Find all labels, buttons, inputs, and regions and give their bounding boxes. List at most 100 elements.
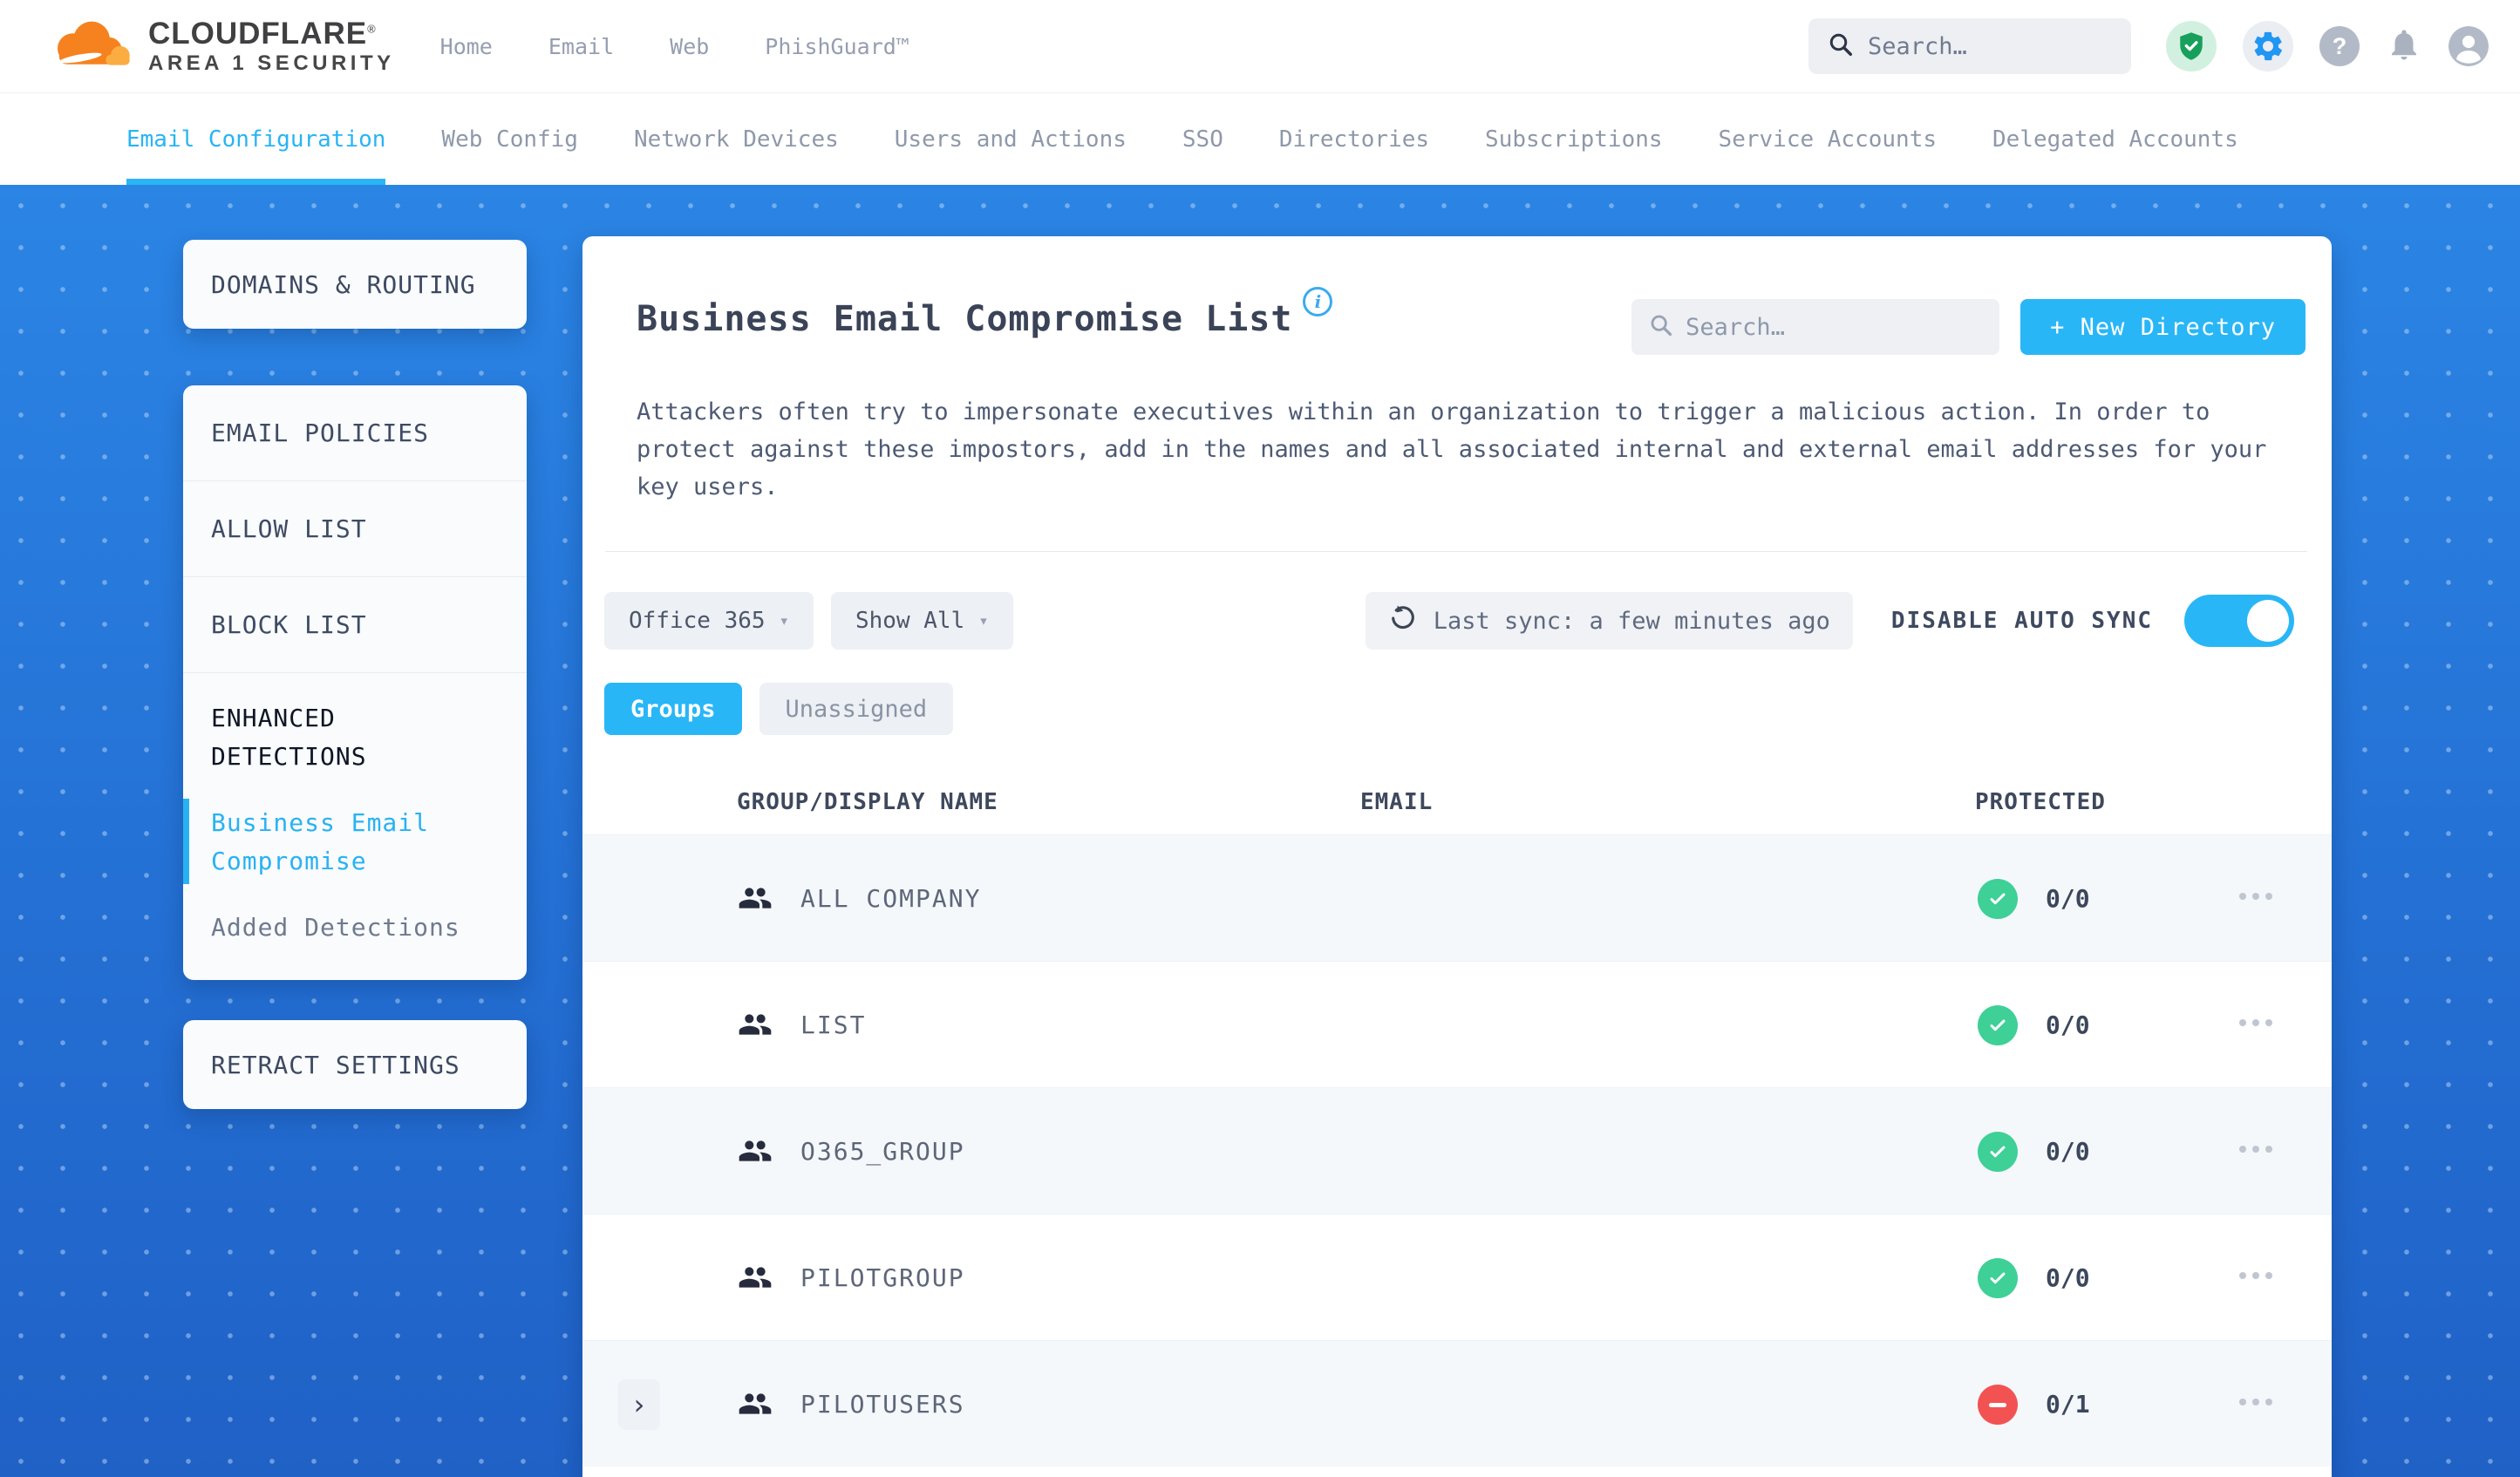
table-header: GROUP/DISPLAY NAME EMAIL PROTECTED: [582, 773, 2332, 834]
app-header: CLOUDFLARE® AREA 1 SECURITY Home Email W…: [0, 0, 2520, 93]
top-nav-email[interactable]: Email: [548, 34, 614, 59]
tab-network-devices[interactable]: Network Devices: [634, 93, 839, 185]
global-search[interactable]: [1808, 18, 2131, 74]
page-description: Attackers often try to impersonate execu…: [637, 398, 2267, 500]
column-email: EMAIL: [1360, 789, 1434, 815]
brand-name: CLOUDFLARE®: [148, 16, 377, 51]
row-actions-menu[interactable]: [2239, 1399, 2272, 1406]
row-actions-menu[interactable]: [2239, 893, 2272, 900]
group-name: PILOTUSERS: [800, 1390, 965, 1419]
shield-check-icon[interactable]: [2166, 21, 2217, 71]
brand-tagline: AREA 1 SECURITY: [148, 51, 395, 76]
list-search[interactable]: [1631, 299, 2000, 355]
protected-ok-icon: [1978, 1005, 2018, 1045]
group-icon: [738, 1260, 773, 1298]
user-avatar-icon[interactable]: [2448, 26, 2489, 66]
table-row: LIST 0/0: [582, 961, 2332, 1087]
divider: [605, 551, 2307, 552]
tab-directories[interactable]: Directories: [1279, 93, 1429, 185]
global-search-input[interactable]: [1868, 32, 2112, 60]
column-group-display-name: GROUP/DISPLAY NAME: [737, 789, 998, 815]
sync-refresh-icon: [1388, 603, 1418, 639]
secondary-nav: Email Configuration Web Config Network D…: [0, 93, 2520, 185]
sidebar-item-retract-settings[interactable]: RETRACT SETTINGS: [183, 1020, 527, 1109]
group-name: PILOTGROUP: [800, 1263, 965, 1292]
protected-ok-icon: [1978, 1258, 2018, 1298]
auto-sync-toggle[interactable]: [2184, 595, 2294, 647]
group-icon: [738, 881, 773, 919]
sidebar-item-domains-routing[interactable]: DOMAINS & ROUTING: [183, 240, 527, 329]
tab-email-configuration[interactable]: Email Configuration: [126, 93, 386, 185]
cloudflare-logo: CLOUDFLARE® AREA 1 SECURITY: [49, 17, 395, 76]
help-icon[interactable]: ?: [2319, 26, 2360, 66]
top-nav-phishguard[interactable]: PhishGuard™: [765, 34, 909, 59]
table-row: PILOTGROUP 0/0: [582, 1214, 2332, 1340]
registered-mark: ®: [367, 21, 377, 35]
row-actions-menu[interactable]: [2239, 1272, 2272, 1279]
table-row: ALL COMPANY 0/0: [582, 834, 2332, 961]
expand-row-button[interactable]: ›: [618, 1379, 660, 1430]
protected-count: 0/0: [2046, 1263, 2090, 1292]
protected-count: 0/1: [2046, 1390, 2090, 1419]
protected-ok-icon: [1978, 1132, 2018, 1172]
tab-delegated-accounts[interactable]: Delegated Accounts: [1992, 93, 2238, 185]
bell-icon[interactable]: [2386, 26, 2422, 66]
table-row: O365_GROUP 0/0: [582, 1087, 2332, 1214]
group-name: ALL COMPANY: [800, 884, 982, 913]
tab-groups[interactable]: Groups: [604, 683, 742, 735]
chevron-down-icon: ▾: [779, 611, 789, 630]
top-nav: Home Email Web PhishGuard™: [440, 34, 909, 59]
row-actions-menu[interactable]: [2239, 1019, 2272, 1026]
view-tabs: Groups Unassigned: [604, 683, 2332, 735]
tab-subscriptions[interactable]: Subscriptions: [1485, 93, 1663, 185]
sidebar-item-added-detections[interactable]: Added Detections: [211, 909, 464, 947]
group-icon: [738, 1007, 773, 1045]
row-actions-menu[interactable]: [2239, 1146, 2272, 1153]
column-protected: PROTECTED: [1975, 789, 2106, 815]
gear-icon[interactable]: [2243, 21, 2293, 71]
sidebar-item-email-policies[interactable]: EMAIL POLICIES: [183, 385, 527, 481]
tab-sso[interactable]: SSO: [1182, 93, 1223, 185]
tab-unassigned[interactable]: Unassigned: [759, 683, 954, 735]
protected-count: 0/0: [2046, 1137, 2090, 1166]
tab-users-and-actions[interactable]: Users and Actions: [895, 93, 1127, 185]
info-icon[interactable]: i: [1303, 287, 1333, 316]
top-nav-home[interactable]: Home: [440, 34, 493, 59]
page-title-block: Business Email Compromise List i: [637, 287, 1333, 339]
sidebar-menu-card: EMAIL POLICIES ALLOW LIST BLOCK LIST ENH…: [183, 385, 527, 980]
sidebar-item-block-list[interactable]: BLOCK LIST: [183, 577, 527, 673]
directory-select[interactable]: Office 365 ▾: [604, 592, 814, 650]
tab-web-config[interactable]: Web Config: [441, 93, 578, 185]
tab-service-accounts[interactable]: Service Accounts: [1719, 93, 1937, 185]
sidebar-section-enhanced-detections: ENHANCED DETECTIONS Business Email Compr…: [183, 673, 527, 980]
group-icon: [738, 1386, 773, 1425]
new-directory-button[interactable]: + New Directory: [2020, 299, 2305, 355]
last-sync-label: Last sync: a few minutes ago: [1433, 607, 1830, 635]
chevron-down-icon: ▾: [978, 611, 989, 630]
toggle-knob: [2247, 600, 2289, 642]
directory-select-value: Office 365: [629, 608, 766, 634]
group-name: LIST: [800, 1011, 867, 1039]
protected-count: 0/0: [2046, 1011, 2090, 1039]
sidebar-item-enhanced-detections[interactable]: ENHANCED DETECTIONS: [211, 699, 464, 776]
group-name: O365_GROUP: [800, 1137, 965, 1166]
page-background: DOMAINS & ROUTING EMAIL POLICIES ALLOW L…: [0, 185, 2520, 1477]
table-row: › PILOTUSERS 0/1: [582, 1340, 2332, 1467]
top-nav-web[interactable]: Web: [670, 34, 709, 59]
list-search-input[interactable]: [1686, 313, 1983, 341]
show-filter-value: Show All: [855, 608, 965, 634]
protected-count: 0/0: [2046, 884, 2090, 913]
group-icon: [738, 1133, 773, 1172]
show-filter-select[interactable]: Show All ▾: [831, 592, 1013, 650]
search-icon: [1828, 31, 1854, 61]
sidebar-label: RETRACT SETTINGS: [211, 1050, 460, 1079]
last-sync-status[interactable]: Last sync: a few minutes ago: [1365, 592, 1853, 650]
search-icon: [1649, 313, 1673, 341]
protected-blocked-icon: [1978, 1385, 2018, 1425]
cloudflare-cloud-icon: [49, 17, 136, 76]
page-title: Business Email Compromise List: [637, 299, 1293, 339]
sidebar-item-business-email-compromise[interactable]: Business Email Compromise: [183, 799, 464, 884]
main-panel: Business Email Compromise List i + New Di…: [582, 236, 2332, 1477]
auto-sync-label: DISABLE AUTO SYNC: [1890, 608, 2153, 634]
sidebar-item-allow-list[interactable]: ALLOW LIST: [183, 481, 527, 577]
